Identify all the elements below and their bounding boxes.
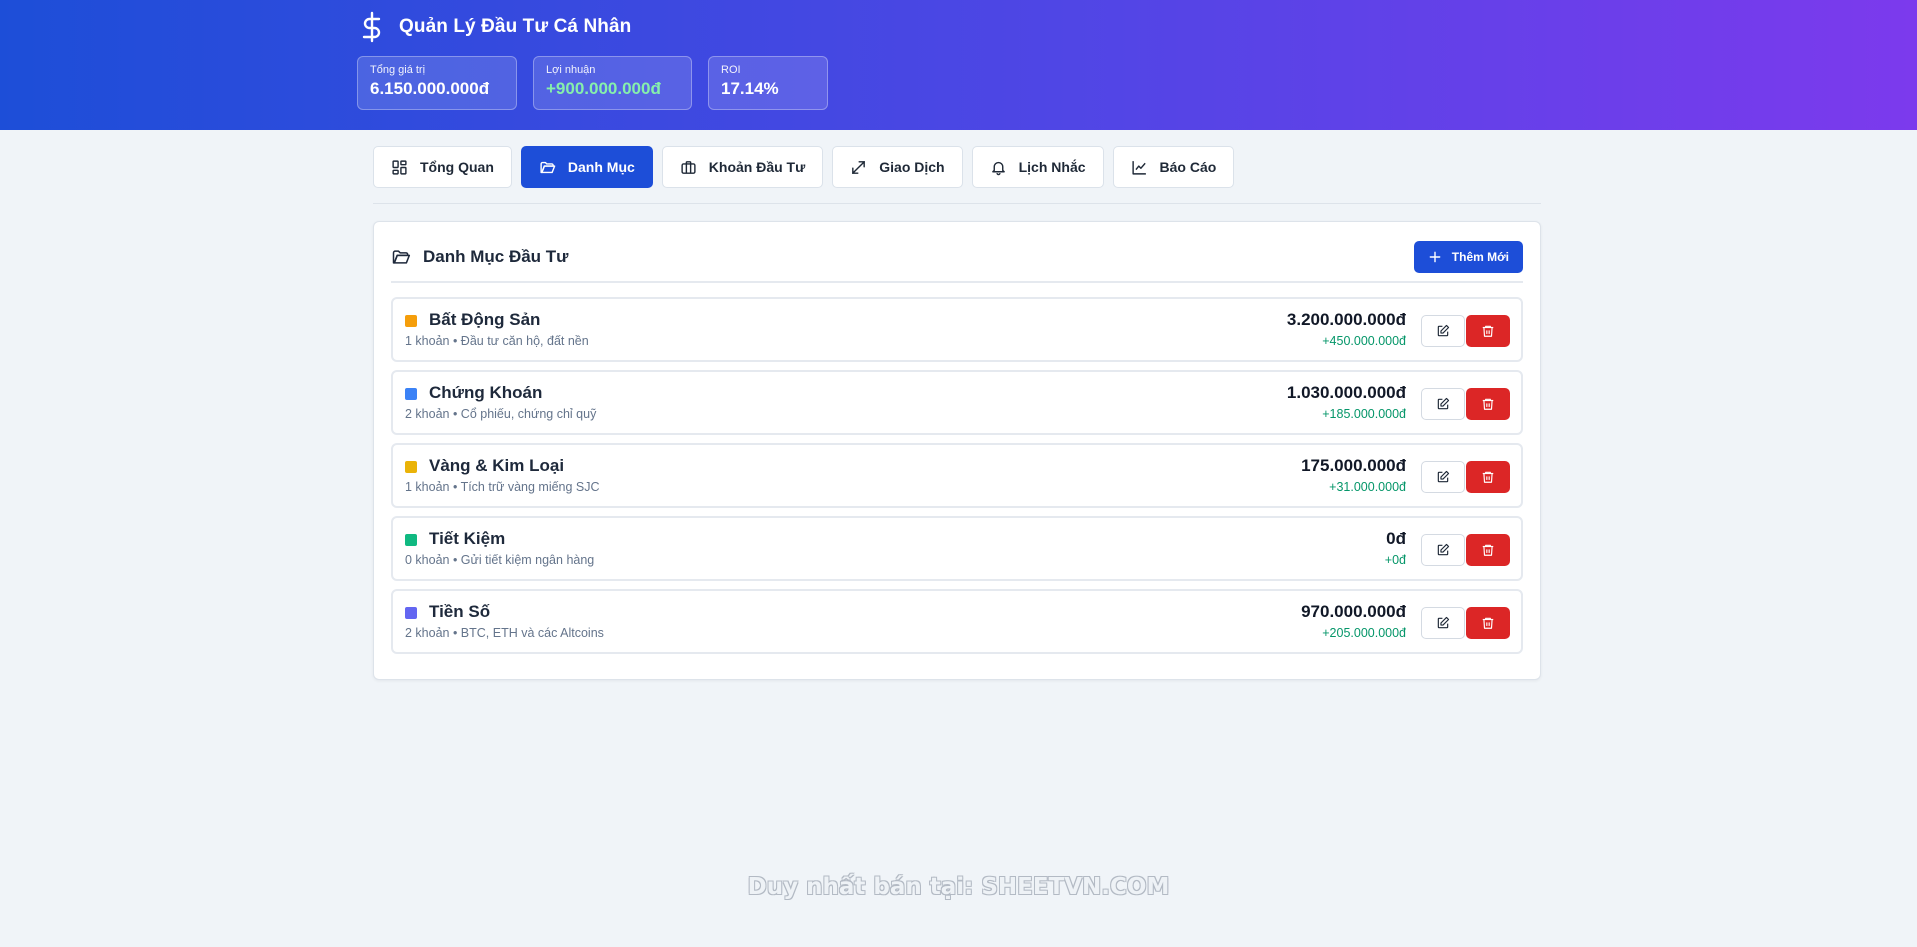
category-meta: 2 khoản • BTC, ETH và các Altcoins — [405, 626, 604, 640]
folder-icon — [540, 161, 556, 173]
stat-roi: ROI 17.14% — [708, 56, 828, 110]
category-meta: 1 khoản • Đầu tư căn hộ, đất nền — [405, 334, 589, 348]
category-meta: 2 khoản • Cổ phiếu, chứng chỉ quỹ — [405, 407, 597, 421]
delete-button[interactable] — [1466, 534, 1510, 566]
trash-icon — [1482, 544, 1494, 556]
tab-label: Danh Mục — [567, 159, 635, 175]
category-gain: +0đ — [1384, 553, 1406, 567]
dollar-icon — [357, 10, 387, 44]
panel-header: Danh Mục Đầu Tư Thêm Mới — [391, 239, 1523, 283]
arrows-icon — [852, 160, 866, 174]
tab-transactions[interactable]: Giao Dịch — [832, 146, 963, 188]
category-meta: 1 khoản • Tích trữ vàng miếng SJC — [405, 480, 600, 494]
category-amount: 175.000.000đ — [1301, 456, 1406, 475]
category-name: Vàng & Kim Loại — [429, 456, 565, 475]
tab-label: Lịch Nhắc — [1018, 159, 1086, 175]
stat-label: Tổng giá trị — [370, 64, 426, 76]
stat-label: Lợi nhuận — [546, 64, 596, 76]
add-category-button[interactable]: Thêm Mới — [1413, 241, 1523, 273]
category-color-swatch — [405, 607, 417, 619]
category-gain: +185.000.000đ — [1322, 407, 1406, 421]
delete-button[interactable] — [1466, 388, 1510, 420]
tab-reports[interactable]: Báo Cáo — [1112, 146, 1235, 188]
edit-button[interactable] — [1421, 607, 1465, 639]
category-amount: 970.000.000đ — [1301, 602, 1406, 621]
stat-total-value: Tổng giá trị 6.150.000.000đ — [357, 56, 517, 110]
delete-button[interactable] — [1466, 315, 1510, 347]
panel-title-text: Danh Mục Đầu Tư — [423, 247, 569, 266]
stat-value: 6.150.000.000đ — [370, 79, 490, 98]
edit-icon — [1437, 324, 1450, 337]
edit-button[interactable] — [1421, 388, 1465, 420]
panel-title: Danh Mục Đầu Tư — [391, 247, 568, 267]
category-gain: +31.000.000đ — [1329, 480, 1406, 494]
edit-icon — [1437, 470, 1450, 483]
category-item[interactable]: Tiết Kiệm 0 khoản • Gửi tiết kiệm ngân h… — [391, 516, 1523, 581]
tab-overview[interactable]: Tổng Quan — [373, 146, 512, 188]
app-title: Quản Lý Đầu Tư Cá Nhân — [399, 16, 632, 37]
edit-button[interactable] — [1421, 461, 1465, 493]
trash-icon — [1482, 471, 1494, 483]
folder-icon — [392, 250, 411, 264]
stat-label: ROI — [721, 64, 741, 76]
edit-icon — [1437, 397, 1450, 410]
trash-icon — [1482, 398, 1494, 410]
stat-value: +900.000.000đ — [546, 79, 661, 98]
stat-profit: Lợi nhuận +900.000.000đ — [533, 56, 692, 110]
category-name: Bất Động Sản — [429, 310, 541, 329]
category-name: Tiền Số — [429, 602, 491, 621]
category-item[interactable]: Vàng & Kim Loại 1 khoản • Tích trữ vàng … — [391, 443, 1523, 508]
stats-bar: Tổng giá trị 6.150.000.000đ Lợi nhuận +9… — [357, 56, 828, 110]
category-amount: 1.030.000.000đ — [1286, 383, 1406, 402]
category-amount: 3.200.000.000đ — [1286, 310, 1406, 329]
tab-label: Khoản Đầu Tư — [708, 159, 806, 175]
app-header: Quản Lý Đầu Tư Cá Nhân Tổng giá trị 6.15… — [0, 0, 1917, 130]
category-amount: 0đ — [1386, 529, 1406, 548]
bell-icon — [991, 161, 1005, 175]
brand: Quản Lý Đầu Tư Cá Nhân — [357, 10, 631, 44]
category-item[interactable]: Bất Động Sản 1 khoản • Đầu tư căn hộ, đấ… — [391, 297, 1523, 362]
tab-investments[interactable]: Khoản Đầu Tư — [661, 146, 824, 188]
briefcase-icon — [681, 160, 696, 174]
category-item[interactable]: Tiền Số 2 khoản • BTC, ETH và các Altcoi… — [391, 589, 1523, 654]
category-meta: 0 khoản • Gửi tiết kiệm ngân hàng — [405, 553, 595, 567]
category-name: Tiết Kiệm — [429, 529, 506, 548]
delete-button[interactable] — [1466, 607, 1510, 639]
tab-label: Giao Dịch — [879, 159, 945, 175]
watermark-text: Duy nhất bán tại: SHEETVN.COM — [747, 874, 1170, 900]
tab-label: Tổng Quan — [420, 159, 494, 175]
add-button-label: Thêm Mới — [1451, 250, 1509, 264]
edit-button[interactable] — [1421, 315, 1465, 347]
category-color-swatch — [405, 388, 417, 400]
category-list: Bất Động Sản 1 khoản • Đầu tư căn hộ, đấ… — [391, 297, 1523, 662]
edit-icon — [1437, 616, 1450, 629]
category-color-swatch — [405, 461, 417, 473]
category-gain: +205.000.000đ — [1322, 626, 1406, 640]
tab-label: Báo Cáo — [1159, 159, 1217, 175]
categories-panel: Danh Mục Đầu Tư Thêm Mới Bất Động Sản 1 … — [373, 221, 1541, 680]
plus-icon — [1429, 251, 1441, 263]
chart-icon — [1131, 160, 1146, 175]
delete-button[interactable] — [1466, 461, 1510, 493]
category-gain: +450.000.000đ — [1322, 334, 1406, 348]
main-tabs: Tổng Quan Danh Mục Khoản Đầu Tư Giao Dịc… — [373, 146, 1235, 188]
edit-button[interactable] — [1421, 534, 1465, 566]
tabs-divider — [373, 203, 1541, 204]
trash-icon — [1482, 617, 1494, 629]
dashboard-icon — [392, 159, 407, 175]
tab-reminders[interactable]: Lịch Nhắc — [971, 146, 1104, 188]
category-name: Chứng Khoán — [429, 383, 543, 402]
tab-categories[interactable]: Danh Mục — [520, 146, 653, 188]
stat-value: 17.14% — [721, 79, 779, 98]
category-color-swatch — [405, 534, 417, 546]
category-item[interactable]: Chứng Khoán 2 khoản • Cổ phiếu, chứng ch… — [391, 370, 1523, 435]
category-color-swatch — [405, 315, 417, 327]
edit-icon — [1437, 543, 1450, 556]
trash-icon — [1482, 325, 1494, 337]
